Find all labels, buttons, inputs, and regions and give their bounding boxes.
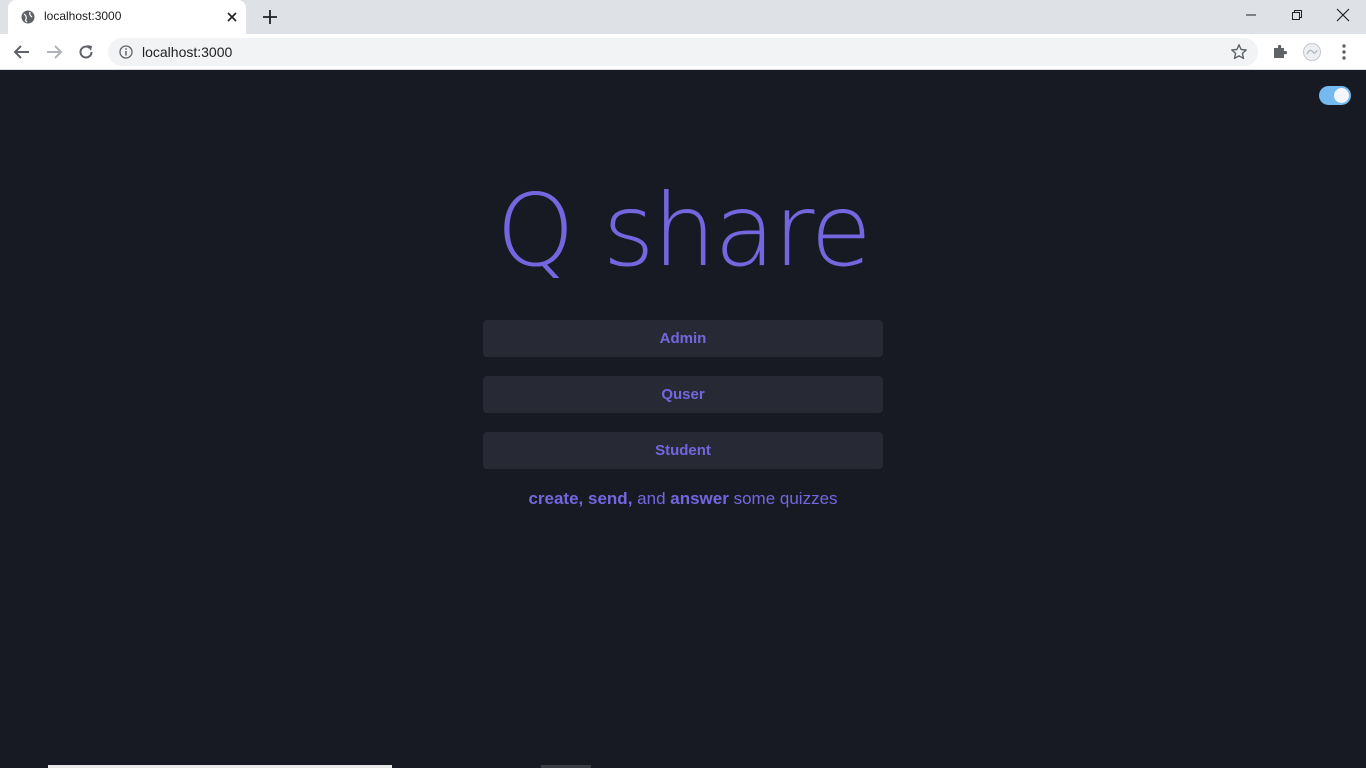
tagline-create: create,	[528, 489, 584, 508]
tagline-and: and	[637, 489, 666, 508]
browser-tab[interactable]: localhost:3000	[8, 0, 246, 34]
close-icon[interactable]	[224, 9, 240, 25]
minimize-icon	[1246, 14, 1256, 16]
back-button[interactable]	[10, 40, 34, 64]
info-icon[interactable]	[119, 45, 133, 59]
student-button[interactable]: Student	[483, 432, 883, 469]
tagline: create, send, and answer some quizzes	[0, 489, 1366, 509]
profile-icon	[1303, 43, 1321, 61]
reload-icon	[79, 45, 93, 59]
tagline-answer: answer	[670, 489, 729, 508]
restore-icon	[1292, 10, 1302, 20]
page-viewport: Q share Admin Quser Student create, send…	[0, 71, 1366, 768]
app-title: Q share	[496, 172, 872, 289]
browser-menu-button[interactable]	[1334, 42, 1354, 62]
arrow-left-icon	[13, 45, 29, 59]
admin-button[interactable]: Admin	[483, 320, 883, 357]
window-close-button[interactable]	[1320, 4, 1366, 26]
tagline-rest: some quizzes	[733, 489, 838, 508]
puzzle-icon	[1274, 44, 1288, 58]
tab-title: localhost:3000	[44, 9, 122, 23]
tagline-send: send,	[588, 489, 633, 508]
globe-icon	[21, 10, 35, 24]
extensions-button[interactable]	[1270, 42, 1290, 62]
address-bar-url: localhost:3000	[142, 44, 233, 60]
kebab-menu-icon	[1342, 44, 1346, 60]
role-buttons: Admin Quser Student	[483, 320, 883, 488]
restore-button[interactable]	[1274, 4, 1320, 26]
plus-icon[interactable]	[260, 7, 280, 27]
theme-toggle[interactable]	[1319, 86, 1351, 105]
minimize-button[interactable]	[1228, 4, 1274, 26]
address-bar[interactable]: localhost:3000	[108, 38, 1258, 66]
forward-button[interactable]	[42, 40, 66, 64]
reload-button[interactable]	[74, 40, 98, 64]
quser-button[interactable]: Quser	[483, 376, 883, 413]
close-icon	[1336, 8, 1350, 22]
arrow-right-icon	[47, 45, 63, 59]
profile-button[interactable]	[1302, 42, 1322, 62]
star-icon[interactable]	[1230, 43, 1248, 61]
browser-tabstrip: localhost:3000	[0, 0, 1366, 34]
toggle-knob	[1334, 88, 1349, 103]
browser-toolbar: localhost:3000	[0, 34, 1366, 70]
